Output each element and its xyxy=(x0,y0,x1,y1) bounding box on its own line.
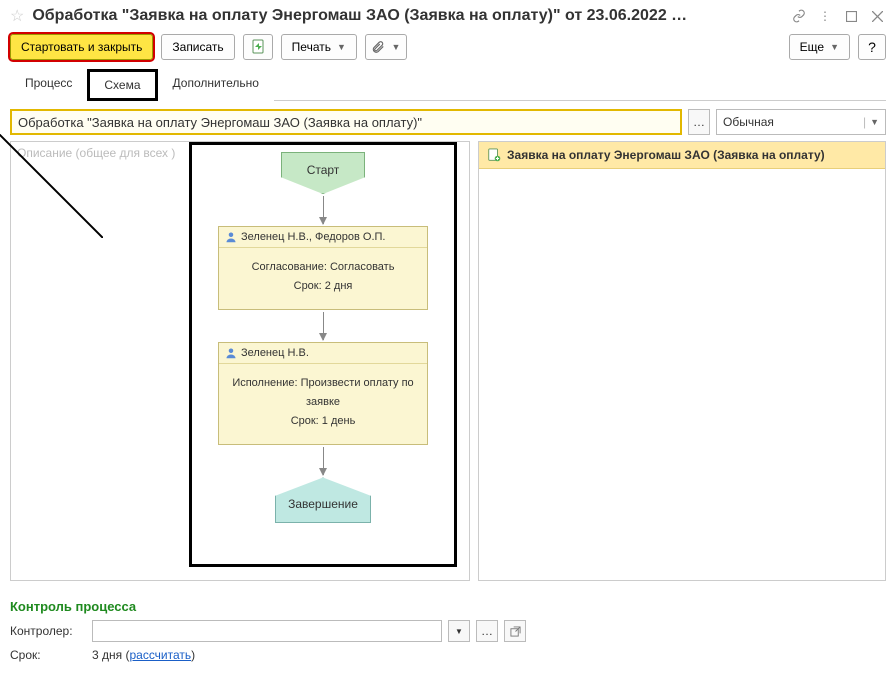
write-button[interactable]: Записать xyxy=(161,34,234,60)
task-assignees: Зеленец Н.В. xyxy=(241,347,309,359)
controller-label: Контролер: xyxy=(10,624,86,638)
window-maximize-icon[interactable] xyxy=(842,7,860,25)
link-icon[interactable] xyxy=(790,7,808,25)
scheme-canvas[interactable]: Описание (общее для всех ) Старт Зеленец… xyxy=(10,141,470,581)
attach-button[interactable]: ▼ xyxy=(365,34,407,60)
document-icon xyxy=(487,148,501,162)
controller-lookup-button[interactable]: … xyxy=(476,620,498,642)
attachment-title: Заявка на оплату Энергомаш ЗАО (Заявка н… xyxy=(507,148,825,162)
chevron-down-icon: ▼ xyxy=(870,117,879,127)
arrow-icon xyxy=(323,196,324,224)
arrow-icon xyxy=(323,447,324,475)
process-name-input[interactable]: Обработка "Заявка на оплату Энергомаш ЗА… xyxy=(10,109,682,135)
importance-select[interactable]: Обычная | ▼ xyxy=(716,109,886,135)
window-close-icon[interactable] xyxy=(868,7,886,25)
favorite-star-icon[interactable]: ☆ xyxy=(10,6,24,26)
tab-extra[interactable]: Дополнительно xyxy=(158,69,274,101)
more-button[interactable]: Еще▼ xyxy=(789,34,850,60)
window-title: Обработка "Заявка на оплату Энергомаш ЗА… xyxy=(32,7,782,25)
register-button[interactable] xyxy=(243,34,273,60)
person-icon xyxy=(225,347,237,359)
help-button[interactable]: ? xyxy=(858,34,886,60)
controller-open-button[interactable] xyxy=(504,620,526,642)
diagram-end-node[interactable]: Завершение xyxy=(275,477,371,523)
term-label: Срок: xyxy=(10,648,86,662)
name-lookup-button[interactable]: … xyxy=(688,109,710,135)
task-term: Срок: 1 день xyxy=(227,412,419,431)
task-description: Исполнение: Произвести оплату по заявке xyxy=(227,374,419,411)
diagram-task-approval[interactable]: Зеленец Н.В., Федоров О.П. Согласование:… xyxy=(218,226,428,310)
control-section-title: Контроль процесса xyxy=(10,599,886,614)
attachments-pane: Заявка на оплату Энергомаш ЗАО (Заявка н… xyxy=(478,141,886,581)
term-value: 3 дня (рассчитать) xyxy=(92,648,195,662)
task-term: Срок: 2 дня xyxy=(227,277,419,296)
tab-scheme[interactable]: Схема xyxy=(87,69,157,101)
task-assignees: Зеленец Н.В., Федоров О.П. xyxy=(241,231,385,243)
diagram-task-execution[interactable]: Зеленец Н.В. Исполнение: Произвести опла… xyxy=(218,342,428,445)
attachment-item[interactable]: Заявка на оплату Энергомаш ЗАО (Заявка н… xyxy=(479,142,885,169)
task-description: Согласование: Согласовать xyxy=(227,258,419,277)
controller-dropdown-button[interactable]: ▼ xyxy=(448,620,470,642)
controller-input[interactable] xyxy=(92,620,442,642)
person-icon xyxy=(225,231,237,243)
description-placeholder: Описание (общее для всех ) xyxy=(17,146,175,160)
arrow-icon xyxy=(323,312,324,340)
calculate-link[interactable]: рассчитать xyxy=(129,648,191,662)
print-button[interactable]: Печать▼ xyxy=(281,34,357,60)
kebab-menu-icon[interactable]: ⋮ xyxy=(816,7,834,25)
start-and-close-button[interactable]: Стартовать и закрыть xyxy=(10,34,153,60)
diagram-start-node[interactable]: Старт xyxy=(281,152,365,194)
tab-process[interactable]: Процесс xyxy=(10,69,87,101)
